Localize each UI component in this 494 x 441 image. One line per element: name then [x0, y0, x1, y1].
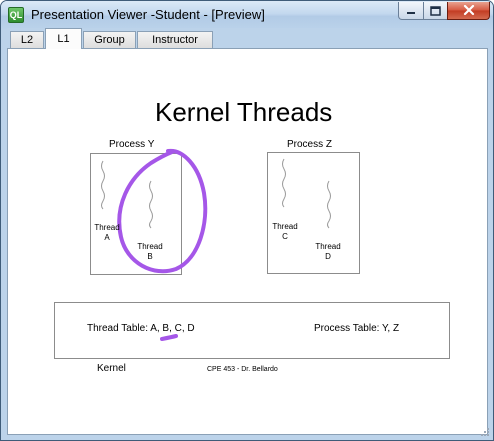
tab-l1[interactable]: L1 [45, 28, 82, 49]
process-table-text: Process Table: Y, Z [314, 323, 400, 334]
thread-c-label: Thread C [272, 222, 298, 241]
thread-b-label: Thread B [137, 242, 163, 261]
resize-grip-icon[interactable] [479, 426, 491, 438]
slide-drawing [101, 148, 331, 341]
thread-b-squiggle [149, 180, 153, 229]
thread-d-label: Thread D [315, 242, 341, 261]
slide-footer: CPE 453 - Dr. Bellardo [207, 366, 278, 373]
thread-d-squiggle [327, 180, 331, 229]
thread-c-squiggle [282, 158, 286, 208]
kernel-label: Kernel [97, 363, 126, 374]
app-window: QL Presentation Viewer -Student - [Previ… [0, 0, 494, 441]
thread-a-label: Thread A [94, 223, 120, 242]
thread-table-text: Thread Table: A, B, C, D [87, 323, 195, 334]
thread-a-squiggle [101, 160, 105, 210]
